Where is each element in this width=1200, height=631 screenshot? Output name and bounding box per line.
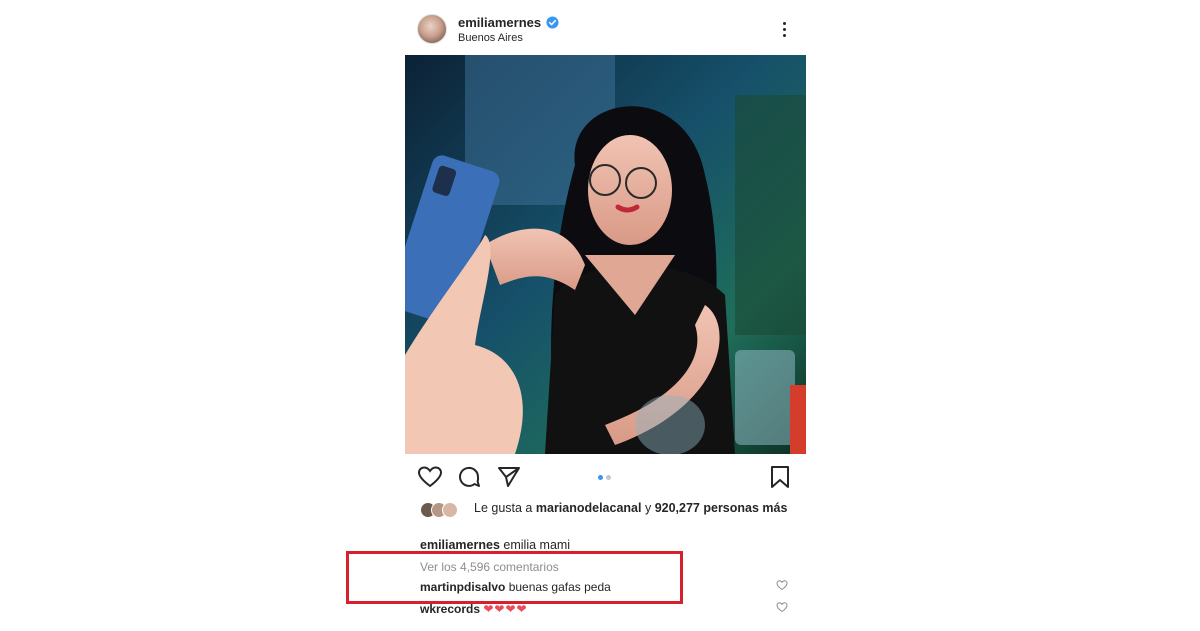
comment-text: ❤❤❤❤ (483, 602, 528, 616)
more-options-icon[interactable] (777, 17, 791, 41)
post-photo[interactable] (405, 55, 806, 454)
verified-badge-icon (546, 16, 559, 29)
post-location[interactable]: Buenos Aires (458, 32, 523, 44)
comment-username[interactable]: wkrecords (420, 602, 480, 616)
comment-row: martinpdisalvo buenas gafas peda (420, 579, 611, 595)
post-header: emiliamernes Buenos Aires (405, 8, 806, 50)
carousel-indicator (598, 475, 611, 480)
post-caption: emiliamernes emilia mami (420, 537, 570, 553)
likes-prefix: Le gusta a (474, 501, 533, 515)
avatar (442, 502, 458, 518)
instagram-post: emiliamernes Buenos Aires Le gusta a mar… (405, 0, 806, 631)
likes-connector: y (644, 501, 652, 515)
send-icon[interactable] (496, 464, 522, 490)
carousel-dot-active (598, 475, 603, 480)
heart-icon[interactable] (417, 464, 443, 490)
avatar[interactable] (417, 14, 447, 44)
likes-text[interactable]: Le gusta a marianodelacanal y 920,277 pe… (420, 500, 800, 516)
view-all-comments-link[interactable]: Ver los 4,596 comentarios (420, 560, 559, 574)
comment-row: wkrecords ❤❤❤❤ (420, 601, 528, 617)
comment-text: buenas gafas peda (508, 580, 611, 594)
comment-username[interactable]: martinpdisalvo (420, 580, 505, 594)
carousel-dot (606, 475, 611, 480)
likes-user[interactable]: marianodelacanal (536, 501, 642, 515)
caption-username[interactable]: emiliamernes (420, 538, 500, 552)
username-row: emiliamernes (458, 15, 559, 30)
caption-text: emilia mami (503, 538, 571, 552)
comment-like-icon[interactable] (776, 601, 788, 613)
liker-avatars (420, 502, 468, 518)
action-bar (405, 462, 806, 494)
comment-icon[interactable] (456, 464, 482, 490)
likes-summary: Le gusta a marianodelacanal y 920,277 pe… (420, 500, 800, 518)
comment-like-icon[interactable] (776, 579, 788, 591)
bookmark-icon[interactable] (767, 464, 793, 490)
post-username[interactable]: emiliamernes (458, 15, 541, 30)
likes-count[interactable]: 920,277 personas más (655, 501, 788, 515)
post-photo-illustration (405, 55, 806, 454)
